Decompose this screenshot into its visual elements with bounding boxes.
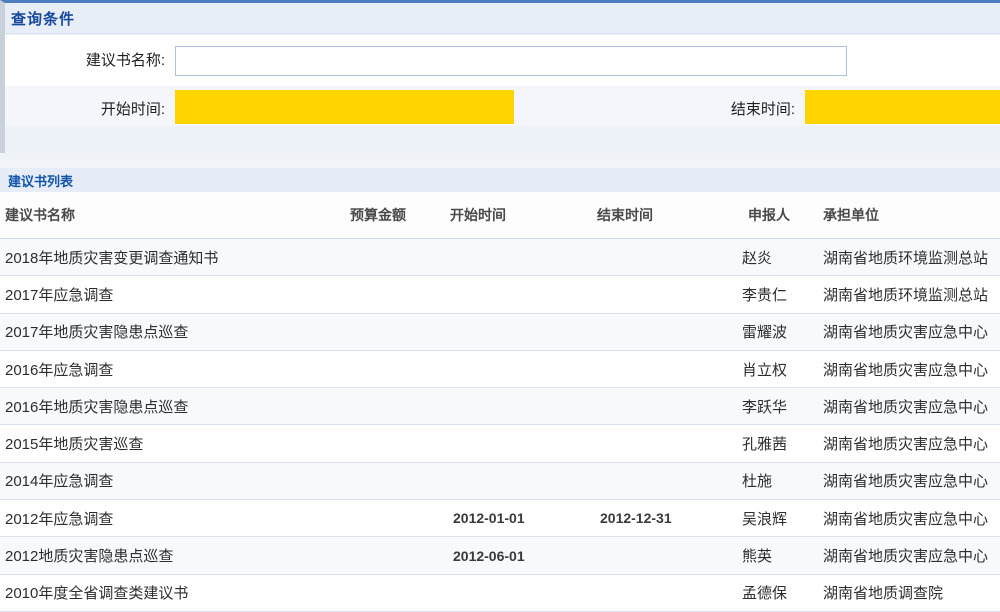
table-row[interactable]: 2016年应急调查 肖立权 湖南省地质灾害应急中心 [0,351,1000,388]
table-row[interactable]: 2012地质灾害隐患点巡查 2012-06-01 熊英 湖南省地质灾害应急中心 [0,537,1000,574]
column-header-start: 开始时间 [450,205,597,225]
cell-proposal-name: 2015年地质灾害巡查 [0,433,350,454]
cell-proposal-name: 2012地质灾害隐患点巡查 [0,545,350,566]
start-time-label: 开始时间: [5,98,165,119]
table-row[interactable]: 2010年度全省调查类建议书 孟德保 湖南省地质调查院 [0,575,1000,612]
query-panel-header: 查询条件 [5,3,1000,34]
query-conditions-panel: 查询条件 建议书名称: 开始时间: 结束时间: [0,0,1000,153]
page: 查询条件 建议书名称: 开始时间: 结束时间: 建议书列表 建议书名称 预算金额… [0,0,1000,612]
cell-applicant: 赵炎 [742,247,823,268]
end-time-input[interactable] [805,90,1000,124]
cell-proposal-name: 2014年应急调查 [0,470,350,491]
cell-applicant: 孔雅茜 [742,433,823,454]
table-row[interactable]: 2017年应急调查 李贵仁 湖南省地质环境监测总站 [0,276,1000,313]
cell-proposal-name: 2016年应急调查 [0,359,350,380]
cell-unit: 湖南省地质灾害应急中心 [823,433,1000,454]
table-row[interactable]: 2014年应急调查 杜施 湖南省地质灾害应急中心 [0,463,1000,500]
cell-applicant: 杜施 [742,470,823,491]
proposal-list-title: 建议书列表 [0,171,73,190]
cell-unit: 湖南省地质灾害应急中心 [823,508,1000,529]
table-header-row: 建议书名称 预算金额 开始时间 结束时间 申报人 承担单位 [0,192,1000,239]
cell-proposal-name: 2017年应急调查 [0,284,350,305]
cell-start-time: 2012-06-01 [450,548,597,564]
cell-proposal-name: 2018年地质灾害变更调查通知书 [0,247,350,268]
proposal-name-input[interactable] [175,46,847,76]
proposal-name-label: 建议书名称: [5,49,165,70]
table-row[interactable]: 2017年地质灾害隐患点巡查 雷耀波 湖南省地质灾害应急中心 [0,314,1000,351]
cell-unit: 湖南省地质调查院 [823,582,1000,603]
table-row[interactable]: 2012年应急调查 2012-01-01 2012-12-31 吴浪辉 湖南省地… [0,500,1000,537]
table-row[interactable]: 2018年地质灾害变更调查通知书 赵炎 湖南省地质环境监测总站 [0,239,1000,276]
column-header-applicant: 申报人 [742,205,823,225]
cell-unit: 湖南省地质灾害应急中心 [823,470,1000,491]
cell-applicant: 吴浪辉 [742,508,823,529]
date-range-row: 开始时间: 结束时间: [5,86,1000,126]
column-header-end: 结束时间 [597,205,742,225]
table-row[interactable]: 2016年地质灾害隐患点巡查 李跃华 湖南省地质灾害应急中心 [0,388,1000,425]
cell-start-time: 2012-01-01 [450,510,597,526]
cell-unit: 湖南省地质环境监测总站 [823,247,1000,268]
cell-applicant: 李跃华 [742,396,823,417]
cell-end-time: 2012-12-31 [597,510,742,526]
start-time-input[interactable] [175,90,514,124]
column-header-name: 建议书名称 [0,205,350,225]
cell-unit: 湖南省地质灾害应急中心 [823,396,1000,417]
table-body: 2018年地质灾害变更调查通知书 赵炎 湖南省地质环境监测总站 2017年应急调… [0,239,1000,612]
cell-unit: 湖南省地质环境监测总站 [823,284,1000,305]
end-time-label: 结束时间: [605,98,795,119]
cell-unit: 湖南省地质灾害应急中心 [823,359,1000,380]
cell-proposal-name: 2016年地质灾害隐患点巡查 [0,396,350,417]
query-panel-title: 查询条件 [5,8,75,29]
proposal-name-row: 建议书名称: [5,35,1000,86]
cell-applicant: 雷耀波 [742,321,823,342]
cell-proposal-name: 2010年度全省调查类建议书 [0,582,350,603]
cell-unit: 湖南省地质灾害应急中心 [823,321,1000,342]
cell-applicant: 熊英 [742,545,823,566]
cell-applicant: 肖立权 [742,359,823,380]
column-header-unit: 承担单位 [823,205,1000,225]
panel-gap [0,153,1000,168]
cell-proposal-name: 2012年应急调查 [0,508,350,529]
column-header-budget: 预算金额 [350,205,450,225]
cell-applicant: 孟德保 [742,582,823,603]
cell-applicant: 李贵仁 [742,284,823,305]
cell-proposal-name: 2017年地质灾害隐患点巡查 [0,321,350,342]
cell-unit: 湖南省地质灾害应急中心 [823,545,1000,566]
proposal-list-band: 建议书列表 [0,168,1000,192]
table-row[interactable]: 2015年地质灾害巡查 孔雅茜 湖南省地质灾害应急中心 [0,425,1000,462]
